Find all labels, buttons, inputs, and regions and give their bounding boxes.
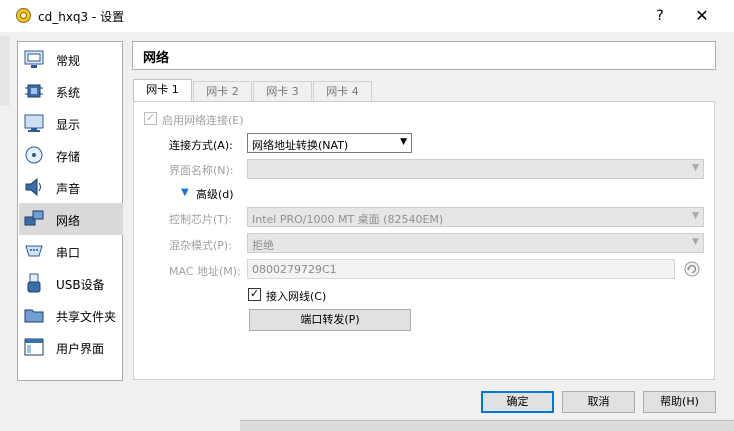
mac-address-value: 0800279729C1 [252,263,337,276]
attached-to-value: 网络地址转换(NAT) [252,139,349,152]
background-window-edge [0,36,10,106]
help-button[interactable]: 帮助(H) [643,391,716,413]
expand-triangle-icon[interactable]: ▼ [181,187,189,198]
sidebar-item-label: 常规 [56,54,81,68]
storage-icon [25,146,43,164]
audio-icon [25,177,41,197]
adapter-type-value: Intel PRO/1000 MT 桌面 (82540EM) [252,213,444,226]
enable-adapter-label: 启用网络连接(E) [162,114,244,127]
system-icon [25,84,43,98]
sidebar-item-label: 声音 [56,182,81,196]
mac-address-label: MAC 地址(M): [169,265,241,278]
cable-connected-label: 接入网线(C) [266,290,327,303]
sidebar-item-label: 网络 [56,214,81,228]
settings-sidebar: 常规 系统 显示 存储 声音 网络 串口 USB设备 共享文件夹 用户界面 [17,41,123,381]
promiscuous-mode-label: 混杂模式(P): [169,239,232,252]
sidebar-item-label: USB设备 [56,278,105,292]
title-bar: cd_hxq3 - 设置 ? ✕ [0,0,734,32]
sidebar-item-audio[interactable]: 声音 [19,171,123,203]
serial-port-icon [25,245,43,257]
tab-adapter-1[interactable]: 网卡 1 [133,79,192,102]
close-window-button[interactable]: ✕ [690,6,714,26]
shared-folder-icon [24,309,44,323]
attached-to-label: 连接方式(A): [169,139,233,152]
window-title: cd_hxq3 - 设置 [38,10,125,24]
dropdown-arrow-icon: ▼ [692,237,699,247]
page-header: 网络 [132,41,716,70]
adapter-type-select[interactable]: Intel PRO/1000 MT 桌面 (82540EM) ▼ [247,207,704,227]
cable-connected-checkbox[interactable]: ✓ [248,287,261,301]
promiscuous-mode-select[interactable]: 拒绝 ▼ [247,233,704,253]
checkmark-icon: ✓ [146,111,156,124]
refresh-mac-icon[interactable] [684,261,700,277]
port-forwarding-button[interactable]: 端口转发(P) [249,309,411,331]
sidebar-item-label: 存储 [56,150,81,164]
sidebar-item-user-interface[interactable]: 用户界面 [19,331,123,363]
sidebar-item-usb[interactable]: USB设备 [19,267,123,299]
dropdown-arrow-icon: ▼ [692,211,699,221]
tab-adapter-2[interactable]: 网卡 2 [193,81,252,101]
usb-icon [27,273,41,293]
sidebar-item-display[interactable]: 显示 [19,107,123,139]
sidebar-item-general[interactable]: 常规 [19,43,123,75]
help-question-button[interactable]: ? [650,6,670,26]
advanced-toggle[interactable]: 高级(d) [196,186,234,202]
enable-adapter-checkbox[interactable]: ✓ [144,111,157,125]
mac-address-field[interactable]: 0800279729C1 [247,259,675,279]
sidebar-item-serial-port[interactable]: 串口 [19,235,123,267]
sidebar-item-label: 用户界面 [56,342,105,356]
tab-adapter-4[interactable]: 网卡 4 [313,81,372,101]
sidebar-item-label: 共享文件夹 [56,310,117,324]
virtualbox-app-icon [16,8,31,23]
promiscuous-mode-value: 拒绝 [252,239,274,252]
tab-adapter-3[interactable]: 网卡 3 [253,81,312,101]
checkmark-icon: ✓ [250,287,260,300]
general-icon [24,50,44,68]
page-title: 网络 [143,51,170,66]
sidebar-item-shared-folders[interactable]: 共享文件夹 [19,299,123,331]
attached-to-select[interactable]: 网络地址转换(NAT) ▼ [247,133,412,153]
interface-name-label: 界面名称(N): [169,164,234,177]
adapter-type-label: 控制芯片(T): [169,213,233,226]
user-interface-icon [24,338,44,356]
sidebar-item-label: 显示 [56,118,81,132]
network-icon [24,210,44,226]
cancel-button[interactable]: 取消 [562,391,635,413]
ok-button[interactable]: 确定 [481,391,554,413]
background-window-edge-bottom [240,420,734,431]
sidebar-item-storage[interactable]: 存储 [19,139,123,171]
dropdown-arrow-icon: ▼ [400,137,407,147]
dropdown-arrow-icon: ▼ [692,163,699,173]
sidebar-item-system[interactable]: 系统 [19,75,123,107]
interface-name-select[interactable]: ▼ [247,159,704,179]
sidebar-item-network[interactable]: 网络 [19,203,123,235]
display-icon [24,114,44,132]
sidebar-item-label: 系统 [56,86,81,100]
sidebar-item-label: 串口 [56,246,81,260]
